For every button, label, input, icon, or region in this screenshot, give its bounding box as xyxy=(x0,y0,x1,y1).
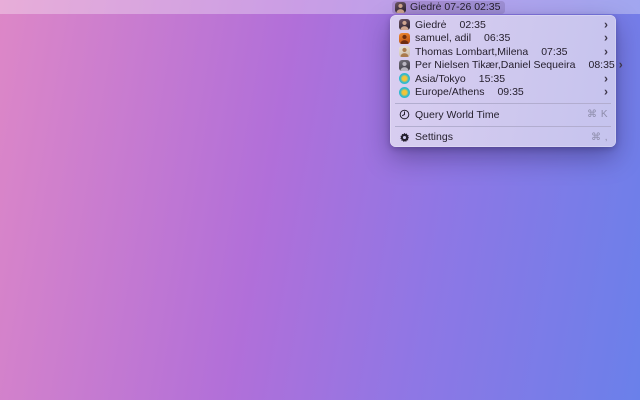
menu-item-timezone-asia-tokyo[interactable]: Asia/Tokyo 15:35 › xyxy=(390,72,616,86)
person-local-time: 08:35 xyxy=(589,59,615,71)
menu-item-person-giedre[interactable]: Giedrė 02:35 › xyxy=(390,18,616,32)
timezone-name: Asia/Tokyo xyxy=(415,73,466,85)
chevron-right-icon: › xyxy=(604,18,608,30)
menubar: Giedrė 07-26 02:35 xyxy=(0,0,640,14)
person-name: Giedrė xyxy=(415,19,447,31)
giedre-avatar xyxy=(395,2,406,13)
menu-item-query-world-time[interactable]: Query World Time ⌘ K xyxy=(390,108,616,122)
menu-item-settings[interactable]: Settings ⌘ , xyxy=(390,131,616,145)
person-local-time: 02:35 xyxy=(460,19,486,31)
menubar-status-item-world-clock[interactable]: Giedrė 07-26 02:35 xyxy=(392,1,505,14)
chevron-right-icon: › xyxy=(604,86,608,98)
timezone-icon xyxy=(399,87,410,98)
action-label: Settings xyxy=(415,131,453,143)
samuel-adil-avatar xyxy=(399,33,410,44)
giedre-avatar xyxy=(399,19,410,30)
person-local-time: 07:35 xyxy=(541,46,567,58)
menu-separator xyxy=(395,103,611,104)
timezone-name: Europe/Athens xyxy=(415,86,484,98)
person-name: Per Nielsen Tikær,Daniel Sequeira xyxy=(415,59,576,71)
gear-icon xyxy=(399,132,410,143)
chevron-right-icon: › xyxy=(604,32,608,44)
menubar-status-label: Giedrė 07-26 02:35 xyxy=(410,1,500,13)
menu-item-person-per-daniel[interactable]: Per Nielsen Tikær,Daniel Sequeira 08:35 … xyxy=(390,59,616,73)
action-label: Query World Time xyxy=(415,109,499,121)
menu-item-timezone-europe-athens[interactable]: Europe/Athens 09:35 › xyxy=(390,86,616,100)
menu-separator xyxy=(395,126,611,127)
keyboard-shortcut: ⌘ , xyxy=(591,132,608,143)
timezone-local-time: 09:35 xyxy=(497,86,523,98)
world-clock-dropdown-menu: Giedrė 02:35 › samuel, adil 06:35 › Thom… xyxy=(390,15,616,147)
thomas-milena-avatar xyxy=(399,46,410,57)
menu-item-person-thomas-milena[interactable]: Thomas Lombart,Milena 07:35 › xyxy=(390,45,616,59)
timezone-icon xyxy=(399,73,410,84)
person-name: samuel, adil xyxy=(415,32,471,44)
person-local-time: 06:35 xyxy=(484,32,510,44)
chevron-right-icon: › xyxy=(604,45,608,57)
clock-icon xyxy=(399,109,410,120)
chevron-right-icon: › xyxy=(619,59,623,71)
keyboard-shortcut: ⌘ K xyxy=(587,109,608,120)
menu-item-person-samuel-adil[interactable]: samuel, adil 06:35 › xyxy=(390,32,616,46)
chevron-right-icon: › xyxy=(604,72,608,84)
person-name: Thomas Lombart,Milena xyxy=(415,46,528,58)
per-daniel-avatar xyxy=(399,60,410,71)
timezone-local-time: 15:35 xyxy=(479,73,505,85)
